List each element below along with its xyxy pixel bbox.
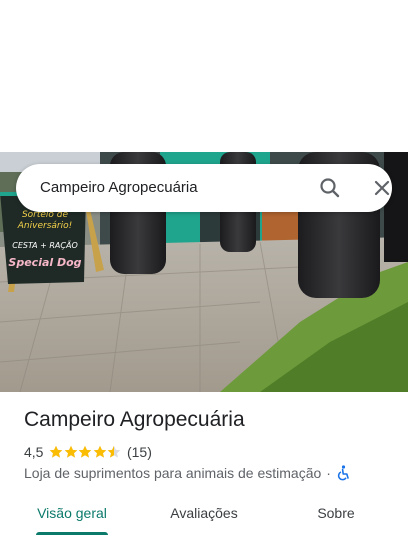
- sign-text: Sorteio de Aniversário! CESTA + RAÇÃO Sp…: [6, 210, 84, 268]
- map-blank-area: [0, 0, 408, 152]
- sign-line: Aniversário!: [17, 221, 73, 231]
- tab-overview[interactable]: Visão geral: [28, 496, 116, 534]
- rating-row[interactable]: 4,5 (15): [24, 443, 152, 461]
- place-title: Campeiro Agropecuária: [24, 408, 245, 431]
- star-icon: [64, 445, 78, 458]
- category-row: Loja de suprimentos para animais de esti…: [24, 464, 350, 482]
- place-category[interactable]: Loja de suprimentos para animais de esti…: [24, 465, 321, 481]
- search-icon: [320, 178, 340, 198]
- rating-value: 4,5: [24, 444, 44, 460]
- tab-bar: Visão geral Avaliações Sobre: [0, 496, 408, 544]
- close-icon: [374, 180, 390, 196]
- wheelchair-icon: [337, 465, 349, 481]
- search-button[interactable]: [316, 174, 344, 202]
- star-icon: [50, 445, 63, 458]
- tab-about[interactable]: Sobre: [300, 496, 372, 534]
- star-icon: [93, 445, 107, 458]
- sign-line: CESTA + RAÇÃO: [12, 241, 78, 250]
- tab-reviews[interactable]: Avaliações: [160, 496, 248, 534]
- review-count[interactable]: (15): [127, 444, 152, 460]
- star-rating: [49, 445, 122, 459]
- close-button[interactable]: [368, 174, 396, 202]
- search-input[interactable]: Campeiro Agropecuária: [40, 164, 198, 212]
- search-bar[interactable]: Campeiro Agropecuária: [16, 164, 392, 212]
- separator: ·: [326, 465, 331, 481]
- sign-line: Special Dog: [8, 256, 82, 269]
- star-icon: [79, 445, 92, 458]
- star-icon: [108, 445, 121, 458]
- active-tab-indicator: [36, 532, 108, 535]
